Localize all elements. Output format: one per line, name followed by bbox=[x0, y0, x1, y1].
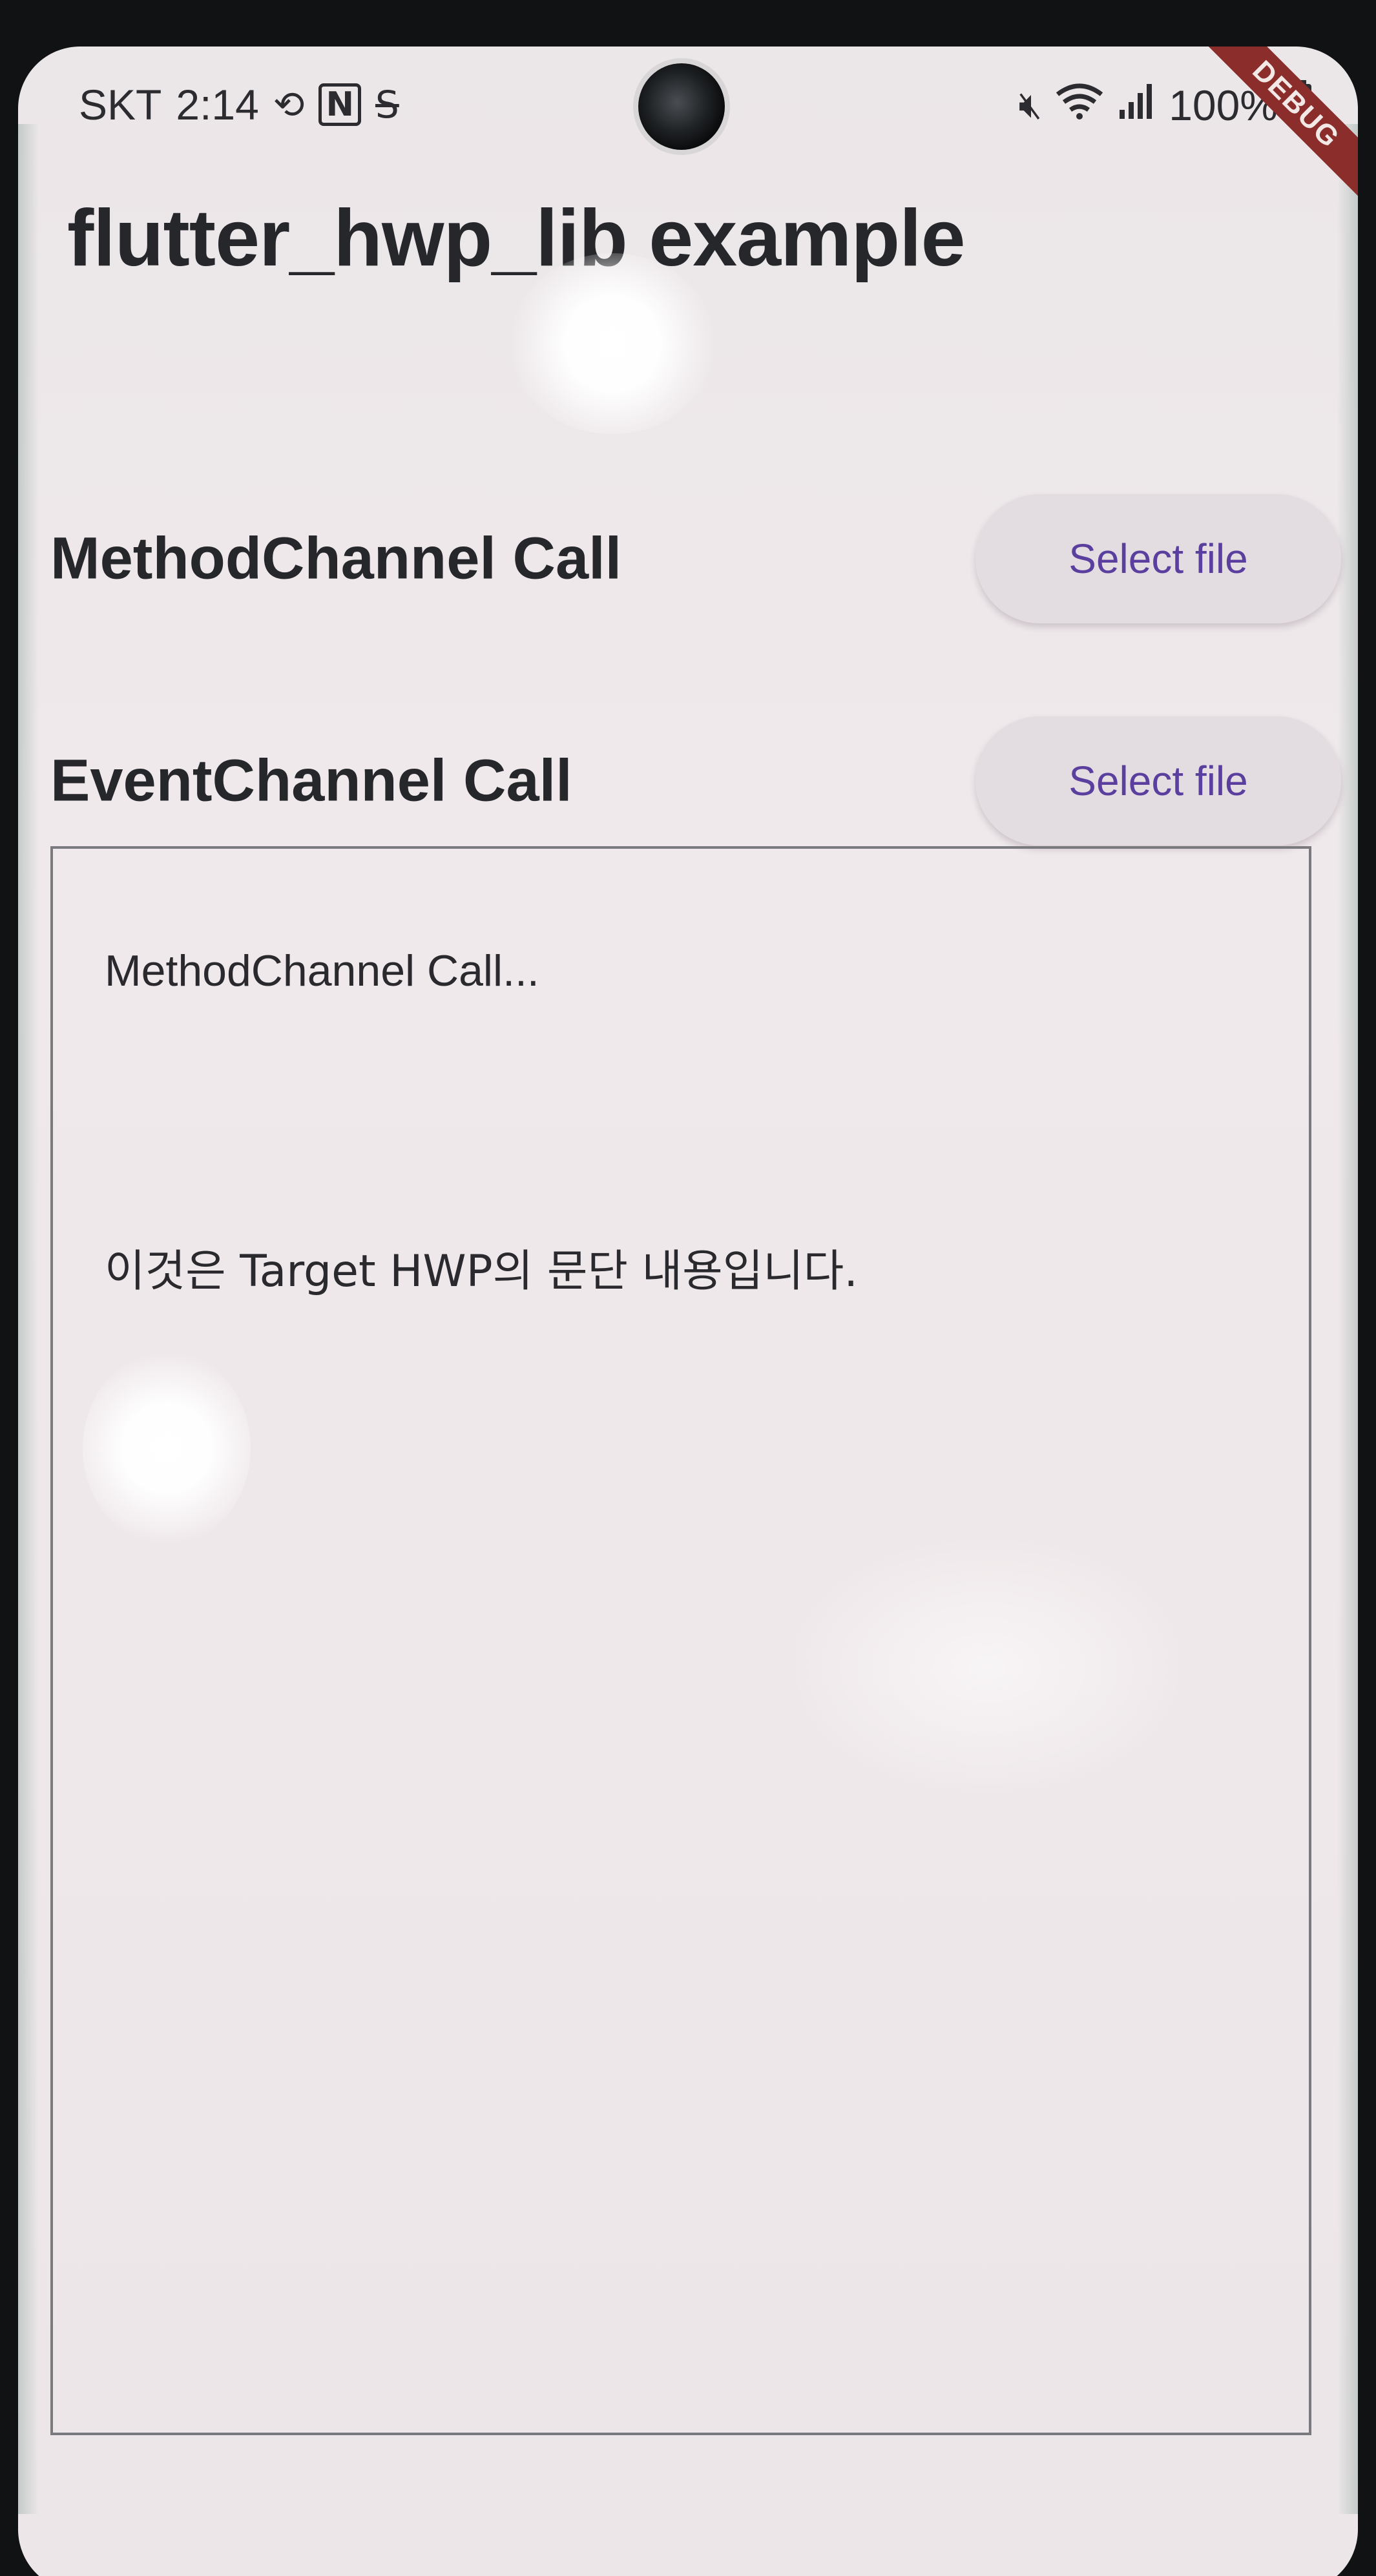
app-screen: SKT 2:14 ⟲ N S 🔇︎ 100% DEBUG flutter_hwp… bbox=[18, 47, 1358, 2576]
front-camera bbox=[638, 63, 725, 150]
signal-icon bbox=[1117, 81, 1156, 130]
method-channel-select-file-button[interactable]: Select file bbox=[975, 494, 1341, 623]
event-channel-select-file-button[interactable]: Select file bbox=[975, 716, 1341, 846]
wifi-icon bbox=[1055, 81, 1104, 130]
status-bar: SKT 2:14 ⟲ N S 🔇︎ 100% DEBUG bbox=[18, 47, 1358, 211]
event-channel-label: EventChannel Call bbox=[50, 747, 572, 814]
sync-icon: ⟲ bbox=[273, 83, 305, 127]
screen-edge bbox=[18, 124, 39, 2514]
method-channel-label: MethodChannel Call bbox=[50, 525, 622, 592]
output-panel: MethodChannel Call... 이것은 Target HWP의 문단… bbox=[50, 846, 1311, 2435]
output-line: 이것은 Target HWP의 문단 내용입니다. bbox=[105, 1246, 858, 1297]
method-channel-row: MethodChannel Call Select file bbox=[50, 491, 1341, 627]
page-title: flutter_hwp_lib example bbox=[67, 194, 966, 283]
s-icon: S bbox=[375, 83, 399, 127]
nfc-icon: N bbox=[318, 83, 361, 126]
status-left: SKT 2:14 ⟲ N S bbox=[79, 80, 399, 129]
phone-bezel: SKT 2:14 ⟲ N S 🔇︎ 100% DEBUG flutter_hwp… bbox=[0, 0, 1376, 2576]
event-channel-row: EventChannel Call Select file bbox=[50, 713, 1341, 849]
output-line: MethodChannel Call... bbox=[105, 946, 539, 995]
carrier-label: SKT bbox=[79, 81, 162, 129]
clock: 2:14 bbox=[176, 81, 259, 129]
screen-edge bbox=[1337, 124, 1358, 2514]
mute-icon: 🔇︎ bbox=[1018, 83, 1043, 127]
